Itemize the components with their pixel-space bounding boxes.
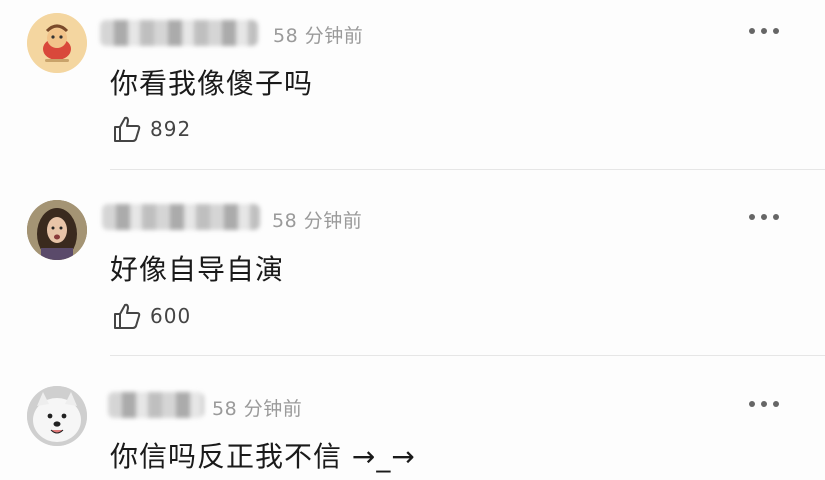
more-button[interactable] (749, 399, 779, 409)
comment-item: 58 分钟前 你信吗反正我不信 →_→ (0, 372, 825, 480)
timestamp: 58 分钟前 (273, 25, 364, 47)
avatar[interactable] (27, 200, 87, 260)
divider (110, 169, 825, 170)
comment-text: 你信吗反正我不信 →_→ (110, 440, 416, 473)
girl-photo-avatar (27, 200, 87, 260)
username-blurred[interactable] (108, 392, 204, 418)
cartoon-figure-avatar (27, 13, 87, 73)
dog-photo-avatar (27, 386, 87, 446)
comment-item: 58 分钟前 好像自导自演 600 (0, 186, 825, 356)
thumbs-up-icon (114, 303, 141, 329)
more-dot (773, 401, 779, 407)
comment-text: 你看我像傻子吗 (110, 67, 314, 100)
more-dot (761, 401, 767, 407)
like-count: 600 (150, 304, 192, 328)
avatar[interactable] (27, 386, 87, 446)
like-count: 892 (150, 117, 192, 141)
timestamp: 58 分钟前 (272, 210, 363, 232)
more-dot (773, 28, 779, 34)
timestamp: 58 分钟前 (212, 398, 303, 420)
more-dot (761, 28, 767, 34)
more-button[interactable] (749, 26, 779, 36)
like-button[interactable]: 600 (112, 301, 191, 331)
thumbs-up-icon (114, 116, 141, 142)
comment-text: 好像自导自演 (110, 253, 285, 286)
avatar[interactable] (27, 13, 87, 73)
more-dots-icon (749, 28, 755, 34)
more-dots-icon (749, 401, 755, 407)
more-button[interactable] (749, 212, 779, 222)
comment-list: 58 分钟前 你看我像傻子吗 892 58 分钟前 好像自导自演 600 58 … (0, 0, 825, 480)
more-dots-icon (749, 214, 755, 220)
comment-item: 58 分钟前 你看我像傻子吗 892 (0, 0, 825, 170)
more-dot (761, 214, 767, 220)
more-dot (773, 214, 779, 220)
username-blurred[interactable] (102, 204, 260, 230)
divider (110, 355, 825, 356)
username-blurred[interactable] (100, 20, 258, 46)
like-button[interactable]: 892 (112, 114, 191, 144)
